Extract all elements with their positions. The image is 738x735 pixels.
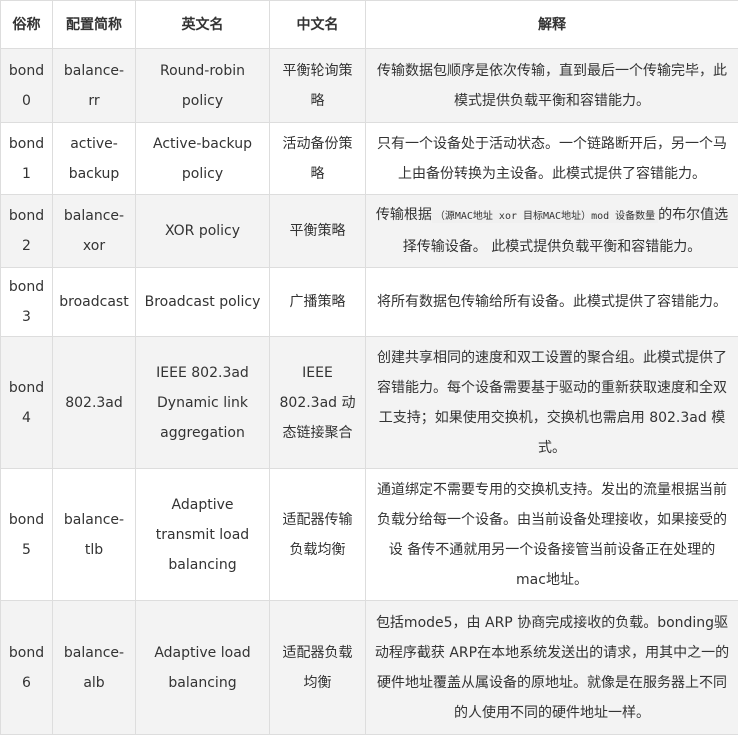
table-body: bond0 balance-rr Round-robin policy 平衡轮询… (1, 49, 738, 735)
cell-description: 将所有数据包传输给所有设备。此模式提供了容错能力。 (366, 268, 738, 337)
cell-short-name: balance-rr (53, 49, 136, 123)
cell-english-name: Adaptive load balancing (136, 601, 270, 735)
cell-english-name: Adaptive transmit load balancing (136, 469, 270, 601)
cell-description: 只有一个设备处于活动状态。一个链路断开后，另一个马上由备份转换为主设备。此模式提… (366, 123, 738, 195)
cell-alias: bond0 (1, 49, 53, 123)
header-row: 俗称 配置简称 英文名 中文名 解释 (1, 1, 738, 49)
table-row: bond1 active-backup Active-backup policy… (1, 123, 738, 195)
cell-short-name: balance-alb (53, 601, 136, 735)
cell-description: 通道绑定不需要专用的交换机支持。发出的流量根据当前负载分给每一个设备。由当前设备… (366, 469, 738, 601)
cell-description: 传输根据（源MAC地址 xor 目标MAC地址）mod 设备数量的布尔值选择传输… (366, 195, 738, 268)
header-description: 解释 (366, 1, 738, 49)
cell-chinese-name: 平衡策略 (270, 195, 366, 268)
cell-alias: bond5 (1, 469, 53, 601)
cell-short-name: active-backup (53, 123, 136, 195)
cell-chinese-name: 平衡轮询策略 (270, 49, 366, 123)
header-english-name: 英文名 (136, 1, 270, 49)
bonding-modes-table: 俗称 配置简称 英文名 中文名 解释 bond0 balance-rr Roun… (0, 0, 738, 735)
cell-short-name: broadcast (53, 268, 136, 337)
inline-code: （源MAC地址 xor 目标MAC地址）mod 设备数量 (432, 210, 658, 223)
cell-alias: bond6 (1, 601, 53, 735)
table-row: bond6 balance-alb Adaptive load balancin… (1, 601, 738, 735)
cell-alias: bond1 (1, 123, 53, 195)
cell-english-name: Round-robin policy (136, 49, 270, 123)
table-header: 俗称 配置简称 英文名 中文名 解释 (1, 1, 738, 49)
cell-english-name: XOR policy (136, 195, 270, 268)
cell-chinese-name: 适配器传输负载均衡 (270, 469, 366, 601)
table-row: bond4 802.3ad IEEE 802.3ad Dynamic link … (1, 337, 738, 469)
cell-description: 传输数据包顺序是依次传输，直到最后一个传输完毕，此模式提供负载平衡和容错能力。 (366, 49, 738, 123)
cell-english-name: IEEE 802.3ad Dynamic link aggregation (136, 337, 270, 469)
header-alias: 俗称 (1, 1, 53, 49)
table-row: bond0 balance-rr Round-robin policy 平衡轮询… (1, 49, 738, 123)
cell-short-name: 802.3ad (53, 337, 136, 469)
cell-description: 创建共享相同的速度和双工设置的聚合组。此模式提供了容错能力。每个设备需要基于驱动… (366, 337, 738, 469)
cell-chinese-name: 活动备份策略 (270, 123, 366, 195)
table-row: bond2 balance-xor XOR policy 平衡策略 传输根据（源… (1, 195, 738, 268)
cell-description: 包括mode5，由 ARP 协商完成接收的负载。bonding驱动程序截获 AR… (366, 601, 738, 735)
cell-chinese-name: IEEE 802.3ad 动态链接聚合 (270, 337, 366, 469)
header-short-name: 配置简称 (53, 1, 136, 49)
cell-alias: bond2 (1, 195, 53, 268)
cell-chinese-name: 广播策略 (270, 268, 366, 337)
cell-english-name: Broadcast policy (136, 268, 270, 337)
table-row: bond3 broadcast Broadcast policy 广播策略 将所… (1, 268, 738, 337)
cell-chinese-name: 适配器负载均衡 (270, 601, 366, 735)
cell-alias: bond4 (1, 337, 53, 469)
cell-english-name: Active-backup policy (136, 123, 270, 195)
cell-short-name: balance-tlb (53, 469, 136, 601)
description-text: 传输根据 (376, 207, 432, 223)
cell-short-name: balance-xor (53, 195, 136, 268)
cell-alias: bond3 (1, 268, 53, 337)
table-row: bond5 balance-tlb Adaptive transmit load… (1, 469, 738, 601)
header-chinese-name: 中文名 (270, 1, 366, 49)
